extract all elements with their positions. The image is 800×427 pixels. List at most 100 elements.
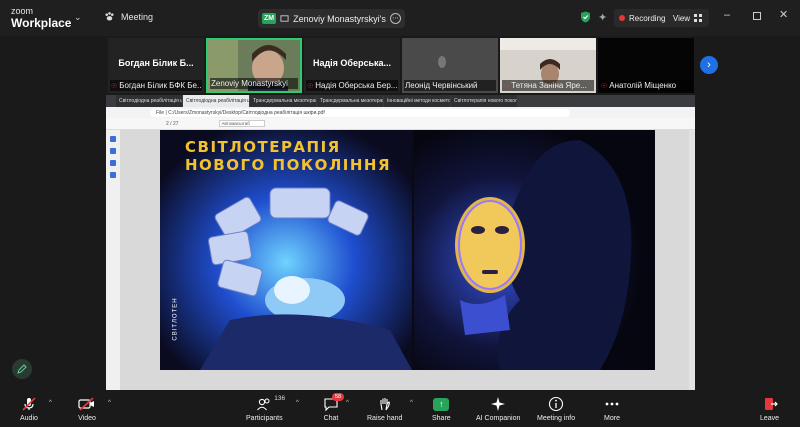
ai-companion-button[interactable]: AI Companion	[476, 395, 520, 422]
browser-tab[interactable]: Трансдермальна мезотерапія	[317, 95, 383, 107]
video-button[interactable]: Video	[78, 395, 96, 422]
chat-unread-badge: 58	[332, 393, 345, 401]
paw-icon	[105, 12, 114, 21]
sharer-avatar: ZM	[262, 13, 277, 24]
pdf-scrollbar[interactable]	[689, 130, 695, 390]
zoom-logo-line1: zoom	[11, 6, 34, 16]
raise-hand-label: Raise hand	[367, 415, 403, 422]
slide-title: СВІТЛОТЕРАПІЯ НОВОГО ПОКОЛІННЯ	[185, 138, 391, 174]
more-options-icon[interactable]: ⋯	[390, 13, 401, 24]
sidebar-icon[interactable]	[110, 172, 116, 178]
participant-strip: Богдан Білик Б... ☉ Богдан Білик БФК Бе.…	[108, 38, 700, 93]
meeting-info-button[interactable]: Meeting info	[537, 395, 575, 422]
browser-tab[interactable]: Світлодіодна реабілітація шкіри обличчя	[116, 95, 182, 107]
audio-button[interactable]: Audio	[20, 395, 38, 422]
participants-count: 136	[274, 395, 286, 402]
shared-screen: Світлодіодна реабілітація шкіри обличчя …	[106, 95, 695, 390]
chat-label: Chat	[323, 415, 339, 422]
mic-muted-icon: ☉	[503, 82, 510, 90]
participant-tile-active-speaker[interactable]: Zenoviy Monastyrskyi	[206, 38, 302, 93]
recording-label: Recording	[629, 13, 666, 23]
browser-tab[interactable]: Світлотерапія нового покоління	[451, 95, 517, 107]
more-button[interactable]: More	[604, 395, 620, 422]
chevron-down-icon[interactable]: ⌄	[74, 12, 82, 23]
grid-icon	[694, 14, 703, 22]
page-indicator[interactable]: 2 / 27	[166, 121, 179, 127]
annotate-pencil-icon[interactable]	[12, 359, 32, 379]
leave-icon	[764, 398, 778, 410]
chat-button[interactable]: 58 Chat	[323, 393, 345, 422]
share-label: Share	[432, 415, 451, 422]
raise-hand-icon	[380, 398, 390, 411]
video-off-icon	[78, 397, 94, 411]
meeting-label: Meeting	[121, 11, 154, 22]
participant-tile[interactable]: Богдан Білик Б... ☉ Богдан Білик БФК Бе.…	[108, 38, 204, 93]
browser-tab[interactable]: Інноваційні методи косметології	[384, 95, 450, 107]
more-icon	[605, 402, 619, 406]
participants-button[interactable]: 136 Participants	[246, 395, 286, 422]
browser-sidebar	[106, 130, 120, 390]
meeting-menu[interactable]: Meeting	[104, 11, 153, 22]
record-dot-icon	[619, 15, 625, 21]
screen-share-indicator[interactable]: ZM Zenoviy Monastyrskyi's scre ⋯	[258, 9, 405, 28]
recording-indicator[interactable]: Recording	[614, 9, 671, 27]
participant-display-name: Надія Оберська...	[312, 58, 392, 68]
participants-icon	[257, 398, 270, 411]
participants-options-caret-icon[interactable]: ^	[296, 400, 299, 406]
url-field[interactable]: File | C:/Users/Zmonastyrskyi/Desktop/Св…	[150, 108, 570, 117]
share-arrow-icon: ↑	[433, 397, 450, 411]
mic-muted-icon: ☉	[111, 82, 118, 90]
next-page-arrow-icon[interactable]: ›	[700, 56, 718, 74]
ai-sparkle-icon[interactable]: ✦	[598, 11, 607, 24]
participant-caption: ☉ Тетяна Заніна Яре...	[502, 80, 594, 91]
participant-caption: ☉ Богдан Білик БФК Бе...	[110, 80, 202, 91]
leave-button[interactable]: Leave	[760, 395, 779, 422]
zoom-select[interactable]: Автомасштаб	[218, 120, 265, 127]
sidebar-icon[interactable]	[110, 148, 116, 154]
screen-share-icon	[280, 15, 289, 22]
slide-title-line1: СВІТЛОТЕРАПІЯ	[185, 138, 341, 156]
sidebar-icon[interactable]	[110, 136, 116, 142]
mic-muted-icon: ☉	[601, 82, 608, 90]
participant-display-name: Богдан Білик Б...	[118, 58, 194, 68]
browser-address-bar: File | C:/Users/Zmonastyrskyi/Desktop/Св…	[106, 107, 695, 118]
participant-tile[interactable]: Надія Оберська... ☉ Надія Оберська Бер..…	[304, 38, 400, 93]
participant-tile[interactable]: Леонід Червінський	[402, 38, 498, 93]
ai-companion-label: AI Companion	[476, 415, 521, 422]
video-options-caret-icon[interactable]: ^	[108, 400, 111, 406]
raise-hand-button[interactable]: Raise hand	[367, 395, 402, 422]
chat-options-caret-icon[interactable]: ^	[346, 400, 349, 406]
participant-name: Анатолій Міщенко	[609, 81, 677, 90]
participant-caption: ☉ Надія Оберська Бер...	[306, 80, 398, 91]
close-icon[interactable]: ✕	[779, 8, 788, 21]
maximize-icon[interactable]	[753, 12, 761, 20]
audio-label: Audio	[20, 415, 38, 422]
participants-label: Participants	[246, 415, 283, 422]
participant-tile[interactable]: ☉ Анатолій Міщенко	[598, 38, 694, 93]
participant-name: Леонід Червінський	[405, 81, 478, 90]
minimize-icon[interactable]: –	[724, 9, 730, 21]
audio-options-caret-icon[interactable]: ^	[49, 400, 52, 406]
pdf-viewer: СВІТЛОТЕРАПІЯ НОВОГО ПОКОЛІННЯ СВІТЛОТЕН	[120, 130, 695, 390]
participant-tile[interactable]: ☉ Тетяна Заніна Яре...	[500, 38, 596, 93]
mic-muted-icon: ☉	[307, 82, 314, 90]
participant-name: Zenoviy Monastyrskyi	[211, 79, 288, 88]
browser-tab-active[interactable]: Світлодіодна реабілітація шкіри	[183, 95, 249, 107]
meeting-info-label: Meeting info	[537, 415, 576, 422]
shield-icon[interactable]	[580, 11, 591, 23]
view-button[interactable]: View	[666, 9, 709, 27]
zoom-logo-line2: Workplace	[11, 16, 72, 30]
title-bar: zoom Workplace ⌄ Meeting ZM Zenoviy Mona…	[0, 0, 800, 36]
sidebar-icon[interactable]	[110, 160, 116, 166]
presentation-slide: СВІТЛОТЕРАПІЯ НОВОГО ПОКОЛІННЯ СВІТЛОТЕН	[160, 130, 655, 370]
reactions-caret-icon[interactable]: ^	[410, 400, 413, 406]
leave-label: Leave	[760, 415, 780, 422]
browser-tab[interactable]: Трансдермальна мезотерапія	[250, 95, 316, 107]
participant-caption: ☉ Анатолій Міщенко	[600, 80, 692, 91]
pdf-toolbar: 2 / 27 Автомасштаб	[106, 118, 695, 130]
meeting-toolbar: Audio ^ Video ^ 136 Participants ^ 58 Ch…	[0, 393, 800, 427]
more-label: More	[604, 415, 620, 422]
slide-brand-mark: СВІТЛОТЕН	[172, 297, 179, 341]
share-button[interactable]: ↑ Share	[432, 395, 451, 422]
participant-caption: Леонід Червінський	[404, 80, 496, 91]
